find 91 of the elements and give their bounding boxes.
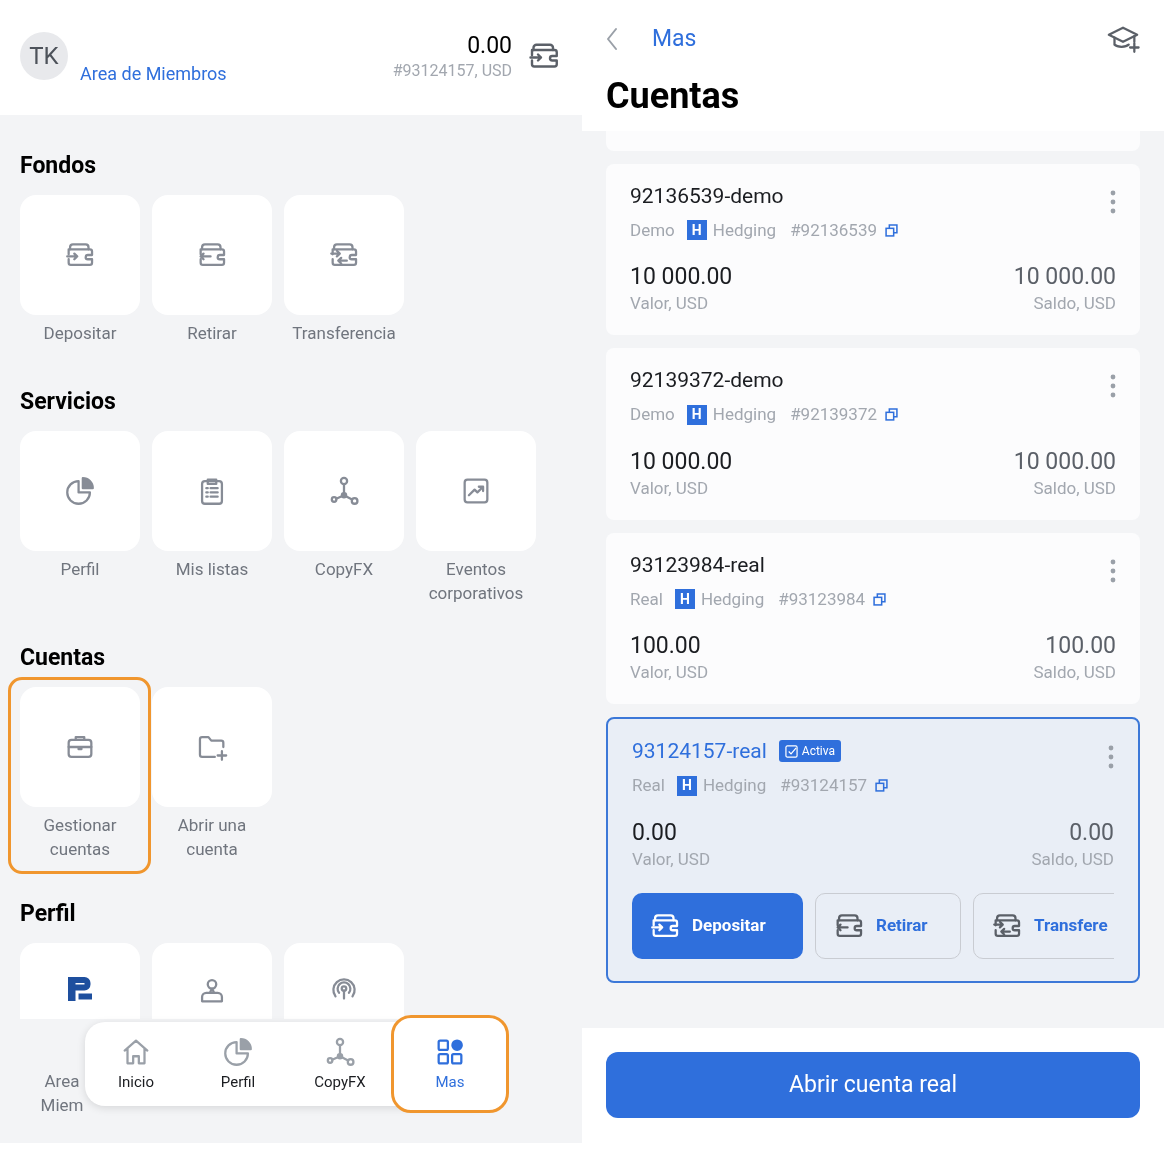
section-title: Perfil — [20, 898, 77, 929]
action-button[interactable]: Retirar — [815, 892, 961, 959]
tile-label: Perfil — [59, 557, 101, 581]
equity-value: 10 000.00 — [630, 447, 733, 476]
open-real-account-button[interactable]: Abrir cuenta real — [606, 1052, 1140, 1118]
equity-label: Valor, USD — [630, 292, 710, 315]
equity-label: Valor, USD — [630, 661, 709, 684]
active-badge: Activa — [778, 740, 842, 762]
tile-label: CopyFX — [313, 557, 375, 581]
hedging-badge: H — [686, 220, 707, 241]
avatar[interactable]: TK — [20, 32, 68, 80]
account-mode: Hedging — [712, 218, 777, 242]
more-icon[interactable] — [1110, 558, 1116, 583]
menu-tile[interactable] — [20, 430, 140, 551]
menu-tile[interactable] — [152, 942, 272, 1019]
more-icon[interactable] — [1110, 189, 1116, 214]
nav-tab[interactable]: Inicio — [85, 1022, 187, 1106]
nav-tab[interactable]: CopyFX — [289, 1022, 391, 1106]
menu-tile[interactable] — [284, 942, 404, 1019]
header-balance: 0.00 — [467, 32, 512, 60]
balance-value: 10 000.00 — [1013, 447, 1116, 476]
equity-label: Valor, USD — [632, 847, 711, 871]
back-icon[interactable] — [606, 27, 618, 52]
menu-tile[interactable] — [152, 430, 272, 551]
copy-icon[interactable] — [885, 223, 899, 237]
menu-tile[interactable] — [416, 430, 536, 551]
account-name: 93123984-real — [630, 551, 765, 579]
account-number: #92136539 — [790, 218, 878, 242]
menu-tile[interactable] — [20, 686, 140, 807]
account-card[interactable]: 93123984-real Real H Hedging #93123984 100.00 Valor, USD 100.00 Saldo, USD — [606, 532, 1140, 704]
account-type: Demo — [630, 403, 675, 426]
section-title: Servicios — [20, 386, 117, 417]
menu-tile[interactable] — [152, 194, 272, 315]
balance-label: Saldo, USD — [1033, 476, 1116, 500]
tile-label: Retirar — [186, 321, 238, 345]
tile-label: Depositar — [42, 321, 118, 345]
more-icon[interactable] — [1110, 374, 1116, 398]
account-type: Real — [630, 587, 663, 611]
tile-label: Eventos corporativos — [427, 557, 525, 605]
balance-label: Saldo, USD — [1033, 292, 1116, 315]
balance-label: Saldo, USD — [1031, 847, 1114, 871]
account-card[interactable]: 93124157-real Activa Real H Hedging #93124157 0.00 Valor, USD 0.00 Saldo, USD Depositar Retirar Transfere — [606, 717, 1140, 983]
section-title: Fondos — [20, 150, 97, 181]
equity-value: 10 000.00 — [630, 263, 733, 291]
hedging-badge: H — [686, 404, 707, 425]
account-number: #93124157 — [780, 774, 868, 797]
account-mode: Hedging — [712, 403, 777, 426]
tile-label: Abrir una cuenta — [176, 813, 248, 861]
menu-tile[interactable] — [20, 194, 140, 315]
account-name: 92136539-demo — [630, 182, 784, 210]
account-name: 92139372-demo — [630, 367, 784, 394]
hedging-badge: H — [676, 775, 697, 796]
account-card[interactable]: 92136539-demo Demo H Hedging #92136539 10 000.00 Valor, USD 10 000.00 Saldo, USD — [606, 163, 1140, 335]
tile-label: Mis listas — [174, 557, 250, 581]
copy-icon[interactable] — [873, 592, 887, 606]
menu-tile[interactable] — [284, 194, 404, 315]
balance-label: Saldo, USD — [1033, 661, 1116, 684]
action-button[interactable]: Depositar — [632, 892, 803, 959]
back-link[interactable]: Mas — [652, 22, 697, 57]
account-card[interactable]: 92139372-demo Demo H Hedging #92139372 10 000.00 Valor, USD 10 000.00 Saldo, USD — [606, 348, 1140, 520]
balance-value: 100.00 — [1045, 632, 1116, 660]
members-area-link[interactable]: Area de Miembros — [80, 60, 227, 87]
header-account: #93124157, USD — [392, 60, 512, 82]
page-title: Cuentas — [606, 74, 741, 117]
hedging-badge: H — [674, 589, 695, 610]
copy-icon[interactable] — [875, 779, 889, 793]
section-title: Cuentas — [20, 642, 107, 673]
tile-label: Area Miem — [39, 1069, 85, 1117]
account-name: 93124157-real — [632, 738, 767, 765]
tile-label: Transferencia — [291, 321, 397, 345]
nav-tab[interactable]: Perfil — [187, 1022, 289, 1106]
tile-label: Gestionar cuentas — [42, 813, 118, 861]
account-mode: Hedging — [700, 587, 765, 611]
account-number: #93123984 — [778, 587, 866, 611]
menu-tile[interactable] — [20, 942, 140, 1019]
action-button[interactable]: Transfere — [973, 892, 1114, 959]
checkbox-icon — [784, 744, 798, 758]
balance-value: 0.00 — [1069, 818, 1114, 847]
account-number: #92139372 — [790, 403, 878, 426]
equity-value: 100.00 — [630, 632, 702, 660]
menu-tile[interactable] — [284, 430, 404, 551]
equity-label: Valor, USD — [630, 476, 710, 500]
equity-value: 0.00 — [632, 818, 678, 847]
account-type: Demo — [630, 218, 675, 242]
nav-tab[interactable]: Mas — [391, 1015, 509, 1113]
balance-value: 10 000.00 — [1013, 263, 1116, 291]
account-type: Real — [632, 774, 665, 797]
menu-tile[interactable] — [152, 686, 272, 807]
more-icon[interactable] — [1108, 745, 1114, 769]
account-mode: Hedging — [702, 774, 767, 797]
copy-icon[interactable] — [885, 408, 899, 422]
